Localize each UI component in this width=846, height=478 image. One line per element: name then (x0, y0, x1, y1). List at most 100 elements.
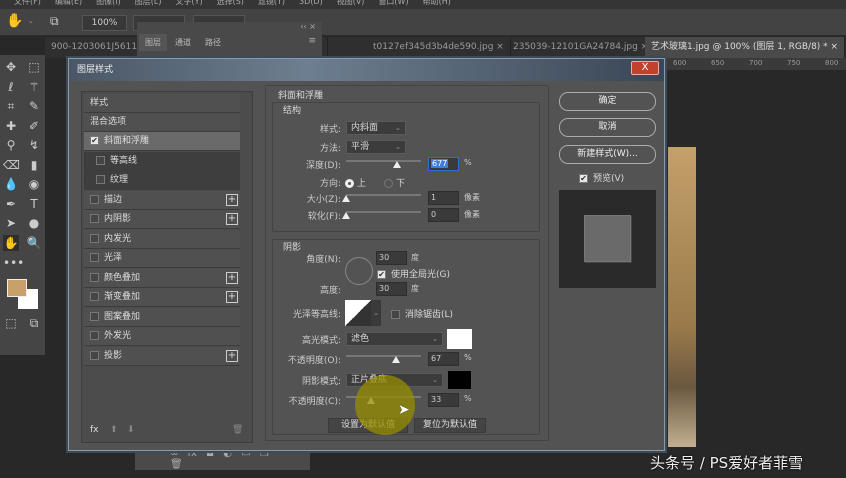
preview-checkbox[interactable]: ✔ 预览(V) (579, 171, 624, 184)
effect-item[interactable]: 颜色叠加 + (84, 268, 240, 288)
menu-item[interactable]: 图层(L) (135, 0, 162, 6)
size-slider-thumb[interactable] (342, 195, 350, 202)
blur-tool-icon[interactable]: 💧 (3, 176, 19, 192)
effect-item[interactable]: 光泽 (84, 249, 240, 268)
screen-mode-icon[interactable]: ⧉ (26, 315, 42, 331)
type-tool-icon[interactable]: T (26, 196, 42, 212)
fx-icon[interactable]: fx (90, 425, 99, 435)
checkbox[interactable] (90, 272, 99, 282)
size-input[interactable]: 1 (428, 191, 459, 205)
altitude-input[interactable]: 30 (376, 282, 407, 296)
ok-button[interactable]: 确定 (559, 92, 656, 111)
highlight-opacity-input[interactable]: 67 (428, 352, 459, 366)
styles-header[interactable]: 样式 (84, 94, 240, 113)
document-tab[interactable]: 艺术玻璃1.jpg @ 100% (图层 1, RGB/8) * × (645, 37, 846, 58)
effect-item[interactable]: 纹理 (84, 171, 240, 190)
shadow-opacity-input[interactable]: 33 (428, 393, 459, 407)
move-down-icon[interactable]: ⬇ (127, 425, 135, 435)
dodge-tool-icon[interactable]: ◉ (26, 176, 42, 192)
radio-down[interactable]: 下 (384, 176, 405, 189)
document-tab[interactable]: t0127ef345d3b4de590.jpg × (367, 37, 511, 58)
checkbox[interactable] (90, 194, 99, 204)
blending-options[interactable]: 混合选项 (84, 113, 240, 132)
checkbox[interactable] (90, 253, 99, 262)
checkbox[interactable] (90, 350, 99, 360)
panel-menu-icon[interactable]: ≡ (308, 36, 316, 46)
shadow-color-swatch[interactable] (447, 370, 472, 390)
chevron-down-icon[interactable]: ⌄ (28, 17, 34, 25)
menu-item[interactable]: 文字(Y) (175, 0, 202, 6)
style-select[interactable]: 内斜面 ⌄ (346, 121, 406, 135)
effect-item[interactable]: 投影 + (84, 346, 240, 366)
depth-slider-track[interactable] (346, 160, 421, 162)
effect-item[interactable]: 图案叠加 (84, 307, 240, 327)
hand-tool-icon[interactable]: ✋ (6, 13, 23, 29)
technique-select[interactable]: 平滑 ⌄ (346, 140, 406, 154)
add-effect-icon[interactable]: + (226, 193, 238, 206)
menu-item[interactable]: 滤镜(T) (258, 0, 285, 6)
document-tab[interactable]: 235039-12101GA24784.jpg × (507, 37, 656, 58)
trash-icon[interactable]: 🗑 (232, 425, 243, 435)
cancel-button[interactable]: 取消 (559, 118, 656, 137)
window-icon[interactable]: ⧉ (50, 14, 59, 29)
eraser-icon[interactable]: ⌫ (3, 157, 20, 173)
quick-mask-icon[interactable]: ⬚ (3, 315, 19, 331)
stamp-tool-icon[interactable]: ⚲ (3, 137, 19, 153)
crop-tool-icon[interactable]: ⌗ (3, 98, 19, 114)
effect-item[interactable]: 外发光 (84, 327, 240, 346)
soften-input[interactable]: 0 (428, 208, 459, 222)
depth-input[interactable]: 677 (428, 157, 459, 171)
zoom-field[interactable]: 100% (82, 15, 127, 31)
lasso-tool-icon[interactable]: ℓ (3, 79, 19, 95)
effect-item[interactable]: 等高线 (84, 151, 240, 171)
checkbox[interactable] (96, 175, 105, 184)
antialias-checkbox[interactable]: 消除锯齿(L) (391, 307, 453, 320)
checkbox[interactable]: ✔ (90, 136, 99, 145)
soften-slider-track[interactable] (346, 211, 421, 213)
zoom-tool-icon[interactable]: 🔍 (26, 235, 42, 251)
highlight-opacity-slider-thumb[interactable] (392, 356, 401, 363)
checkbox[interactable] (90, 233, 99, 243)
chevron-down-icon[interactable]: ⌄ (371, 300, 381, 326)
menu-item[interactable]: 3D(D) (299, 0, 323, 6)
checkbox[interactable] (90, 311, 99, 321)
brush-tool-icon[interactable]: ✐ (26, 118, 42, 134)
path-select-icon[interactable]: ➤ (3, 215, 19, 231)
angle-input[interactable]: 30 (376, 251, 407, 265)
checkbox[interactable] (90, 214, 99, 223)
effect-item[interactable]: 内发光 (84, 229, 240, 249)
menu-item[interactable]: 选择(S) (217, 0, 244, 6)
history-brush-icon[interactable]: ↯ (26, 137, 42, 153)
menu-item[interactable]: 编辑(E) (55, 0, 82, 6)
gradient-tool-icon[interactable]: ▮ (26, 157, 42, 173)
layer-actions-icons[interactable]: ∞ fx ◘ ◐ ▭ ❐ 🗑 (170, 448, 269, 470)
soften-slider-thumb[interactable] (342, 212, 350, 219)
new-style-button[interactable]: 新建样式(W)... (559, 145, 656, 164)
eyedropper-icon[interactable]: ✎ (26, 98, 42, 114)
tab-channels[interactable]: 通道 (169, 34, 197, 51)
marquee-tool-icon[interactable]: ⬚ (26, 59, 42, 75)
shape-tool-icon[interactable]: ● (26, 215, 42, 231)
add-effect-icon[interactable]: + (226, 349, 238, 362)
size-slider-track[interactable] (346, 194, 421, 196)
healing-brush-icon[interactable]: ✚ (3, 118, 19, 134)
checkbox[interactable] (96, 155, 105, 165)
effect-item[interactable]: 渐变叠加 + (84, 288, 240, 307)
gloss-contour-picker[interactable] (345, 300, 371, 326)
foreground-color-swatch[interactable] (7, 279, 27, 297)
global-light-checkbox[interactable]: ✔ 使用全局光(G) (377, 267, 450, 280)
move-tool-icon[interactable]: ✥ (3, 59, 19, 75)
magic-wand-icon[interactable]: ⚚ (26, 79, 42, 95)
panel-collapse-close[interactable]: ‹‹ × (300, 22, 316, 31)
close-button[interactable]: X (631, 61, 659, 75)
more-tools-icon[interactable]: ••• (3, 255, 24, 271)
effect-item[interactable]: 描边 + (84, 190, 240, 210)
tab-paths[interactable]: 路径 (199, 34, 227, 51)
highlight-mode-select[interactable]: 滤色 ⌄ (346, 332, 443, 346)
add-effect-icon[interactable]: + (226, 271, 238, 284)
highlight-opacity-slider-track[interactable] (346, 355, 421, 357)
angle-dial[interactable] (345, 257, 373, 285)
reset-default-button[interactable]: 复位为默认值 (414, 418, 486, 433)
menu-item[interactable]: 图像(I) (96, 0, 121, 6)
depth-slider-thumb[interactable] (393, 161, 401, 168)
